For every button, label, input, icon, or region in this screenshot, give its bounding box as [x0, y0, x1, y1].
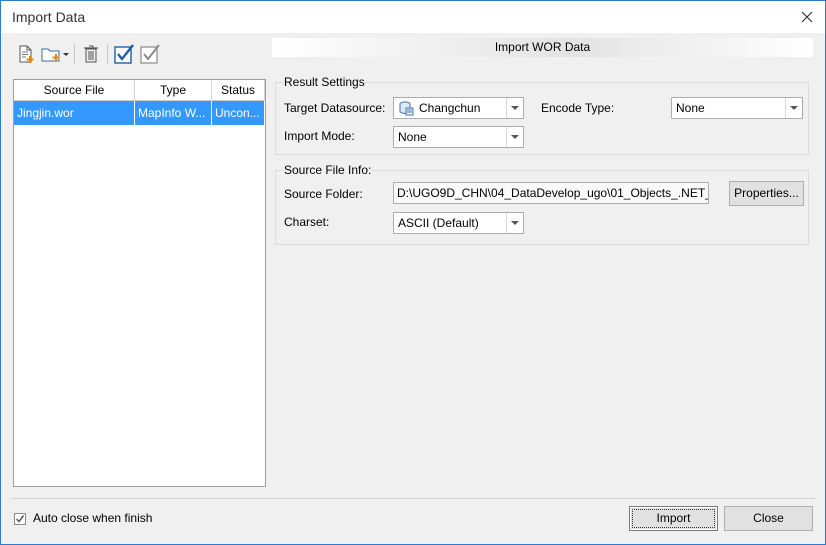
- table-row[interactable]: Jingjin.wor MapInfo W... Uncon...: [14, 101, 265, 125]
- column-header-status[interactable]: Status: [212, 80, 265, 100]
- encode-type-label: Encode Type:: [541, 101, 615, 115]
- charset-select[interactable]: ASCII (Default): [393, 212, 524, 234]
- import-button[interactable]: Import: [629, 506, 718, 531]
- close-icon[interactable]: [795, 5, 819, 29]
- target-datasource-select[interactable]: Changchun: [393, 97, 524, 119]
- source-file-info-legend: Source File Info:: [284, 163, 372, 177]
- column-header-source-file[interactable]: Source File: [14, 80, 135, 100]
- cell-source-file: Jingjin.wor: [14, 101, 135, 125]
- delete-icon[interactable]: [78, 41, 104, 67]
- select-all-icon[interactable]: [111, 41, 137, 67]
- invert-select-icon[interactable]: [137, 41, 163, 67]
- import-mode-value: None: [398, 130, 427, 144]
- panel-banner: Import WOR Data: [272, 38, 813, 57]
- charset-label: Charset:: [284, 215, 330, 229]
- toolbar: [13, 41, 163, 67]
- close-button[interactable]: Close: [724, 506, 813, 531]
- target-datasource-value: Changchun: [419, 101, 481, 115]
- check-icon: [15, 515, 25, 523]
- import-mode-label: Import Mode:: [284, 129, 355, 143]
- file-list-header: Source File Type Status: [14, 80, 265, 101]
- source-file-list[interactable]: Source File Type Status Jingjin.wor MapI…: [13, 79, 266, 487]
- target-datasource-label: Target Datasource:: [284, 101, 386, 115]
- result-settings-legend: Result Settings: [284, 75, 365, 89]
- auto-close-label[interactable]: Auto close when finish: [33, 511, 152, 525]
- toolbar-separator: [107, 44, 108, 64]
- source-folder-field[interactable]: D:\UGO9D_CHN\04_DataDevelop_ugo\01_Objec…: [393, 182, 709, 204]
- footer-divider: [11, 498, 815, 499]
- properties-button[interactable]: Properties...: [729, 181, 804, 206]
- chevron-down-icon[interactable]: [785, 98, 802, 118]
- toolbar-separator: [74, 44, 75, 64]
- import-data-dialog: Import Data Import WOR Data Source File …: [0, 0, 826, 545]
- encode-type-value: None: [676, 101, 705, 115]
- add-folder-icon[interactable]: [39, 41, 71, 67]
- chevron-down-icon[interactable]: [506, 127, 523, 147]
- title-bar: Import Data: [1, 1, 825, 33]
- add-file-icon[interactable]: [13, 41, 39, 67]
- cell-status: Uncon...: [212, 101, 265, 125]
- chevron-down-icon[interactable]: [506, 98, 523, 118]
- source-folder-label: Source Folder:: [284, 187, 363, 201]
- column-header-type[interactable]: Type: [135, 80, 212, 100]
- import-mode-select[interactable]: None: [393, 126, 524, 148]
- encode-type-select[interactable]: None: [671, 97, 803, 119]
- window-title: Import Data: [12, 9, 86, 25]
- chevron-down-icon[interactable]: [506, 213, 523, 233]
- charset-value: ASCII (Default): [398, 216, 479, 230]
- datasource-icon: [399, 101, 414, 116]
- auto-close-checkbox[interactable]: [14, 513, 26, 525]
- cell-type: MapInfo W...: [135, 101, 212, 125]
